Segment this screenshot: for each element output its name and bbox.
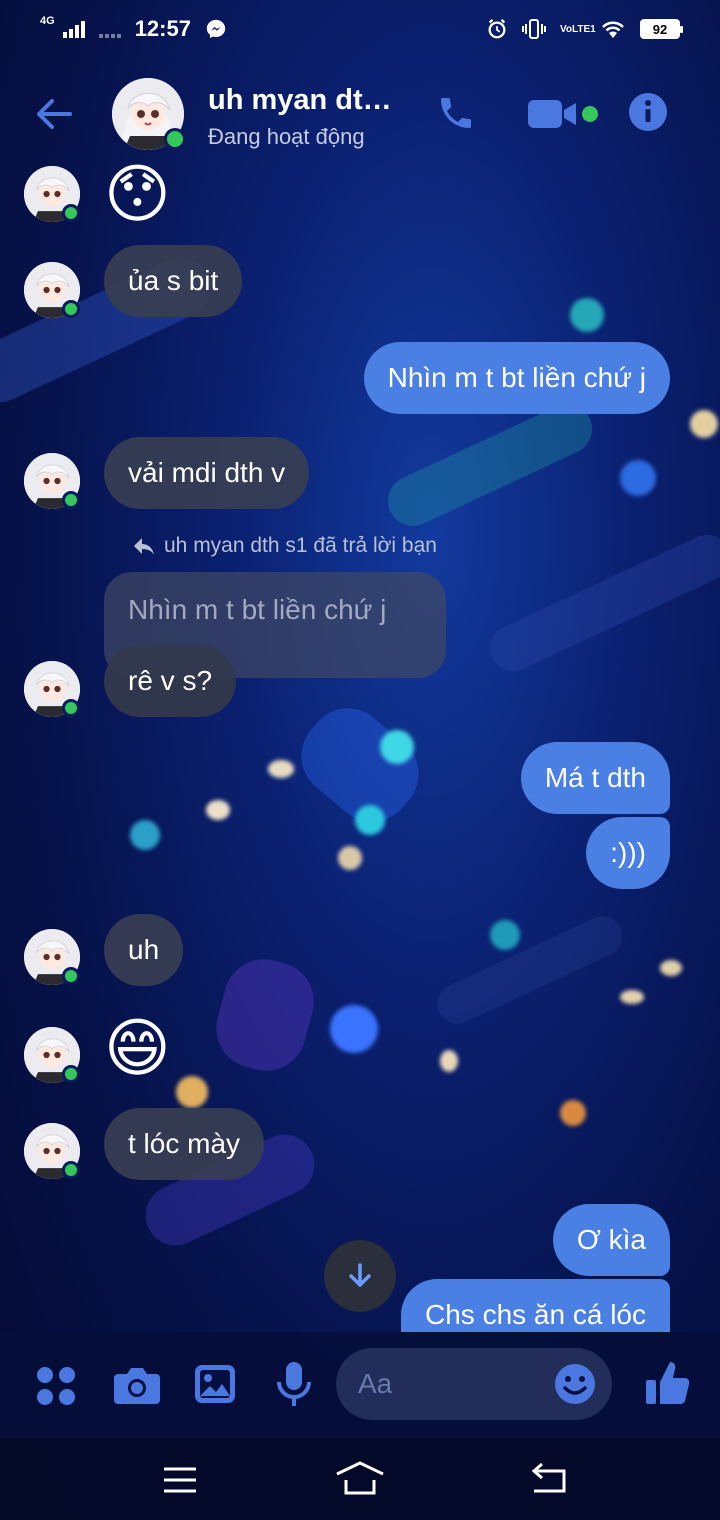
incoming-message[interactable]: t lóc mày — [104, 1108, 265, 1180]
outgoing-message[interactable]: Chs chs ăn cá lóc — [401, 1279, 670, 1332]
gallery-button[interactable] — [194, 1364, 236, 1409]
online-indicator — [62, 491, 80, 509]
alarm-icon — [488, 19, 506, 39]
incoming-message[interactable]: ủa s bit — [104, 245, 243, 317]
camera-icon — [114, 1368, 160, 1404]
info-icon — [629, 93, 667, 131]
message-emoji[interactable]: 😯 — [104, 156, 171, 222]
microphone-icon — [277, 1362, 311, 1406]
return-icon — [531, 1462, 566, 1493]
battery-level: 92 — [652, 21, 668, 37]
like-button[interactable] — [646, 1360, 690, 1411]
camera-button[interactable] — [114, 1366, 160, 1409]
status-bar: 4G 12:57 VoLTE1 92 — [0, 0, 720, 58]
voice-call-button[interactable] — [436, 92, 476, 139]
recent-apps-button[interactable] — [162, 1466, 198, 1499]
phone-icon — [441, 98, 471, 128]
system-navigation-bar — [0, 1438, 720, 1520]
header-online-indicator — [164, 128, 186, 150]
incoming-message[interactable]: rê v s? — [104, 645, 237, 717]
battery-icon: 92 — [640, 19, 683, 39]
message-emoji[interactable]: 😄 — [104, 1010, 171, 1086]
smiley-icon — [555, 1364, 595, 1404]
chat-header: uh myan dt… Đang hoạt động — [0, 72, 720, 158]
message-composer — [0, 1332, 720, 1438]
outgoing-message[interactable]: Má t dth — [520, 742, 670, 814]
more-actions-button[interactable] — [36, 1366, 76, 1411]
messenger-notification-icon — [206, 19, 226, 39]
online-indicator — [62, 967, 80, 985]
back-arrow-icon — [37, 99, 72, 129]
volte-label: VoLTE1 — [560, 23, 596, 35]
arrow-down-icon — [349, 1263, 371, 1287]
back-nav-button[interactable] — [528, 1462, 568, 1499]
wifi-icon — [602, 21, 624, 38]
vibrate-icon — [522, 19, 546, 39]
outgoing-message[interactable]: Nhìn m t bt liền chứ j — [363, 342, 670, 414]
online-indicator — [62, 699, 80, 717]
reply-icon — [134, 538, 154, 555]
outgoing-message[interactable]: :))) — [586, 817, 670, 889]
voice-message-button[interactable] — [276, 1362, 312, 1413]
online-indicator — [62, 204, 80, 222]
reply-indicator: uh myan dth s1 đã trả lời bạn — [132, 534, 437, 558]
message-input-box[interactable] — [336, 1348, 612, 1420]
online-indicator — [62, 1161, 80, 1179]
emoji-picker-button[interactable] — [554, 1363, 596, 1410]
home-icon — [336, 1461, 384, 1495]
home-button[interactable] — [334, 1460, 386, 1501]
menu-icon — [164, 1467, 196, 1493]
info-button[interactable] — [628, 92, 668, 137]
incoming-message[interactable]: vải mdi dth v — [104, 437, 310, 509]
incoming-message[interactable]: uh — [104, 914, 184, 986]
scroll-to-bottom-button[interactable] — [324, 1240, 396, 1312]
outgoing-message[interactable]: Ơ kìa — [552, 1204, 670, 1276]
apps-icon — [37, 1367, 75, 1405]
image-icon — [195, 1365, 235, 1403]
clock: 12:57 — [134, 16, 191, 41]
online-indicator — [62, 300, 80, 318]
signal-icon — [62, 20, 85, 38]
network-type: 4G — [40, 15, 55, 27]
reply-note-text: uh myan dth s1 đã trả lời bạn — [164, 534, 437, 557]
online-indicator — [62, 1065, 80, 1083]
thumbs-up-icon — [646, 1362, 690, 1404]
back-button[interactable] — [34, 94, 78, 134]
contact-status: Đang hoạt động — [208, 124, 365, 149]
contact-name[interactable]: uh myan dt… — [208, 84, 392, 117]
video-call-button[interactable] — [528, 98, 580, 135]
message-input[interactable] — [358, 1348, 548, 1420]
video-online-indicator — [582, 106, 598, 122]
video-camera-icon — [528, 100, 576, 128]
signal-2-icon — [98, 20, 121, 38]
